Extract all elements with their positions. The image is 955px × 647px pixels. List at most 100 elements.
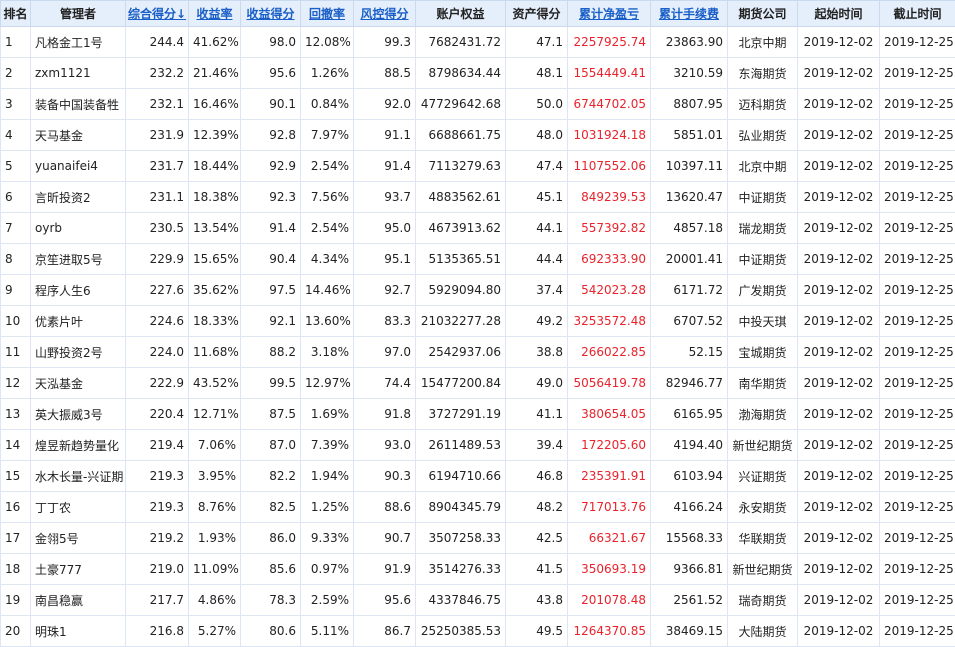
col-header-end-time: 截止时间 — [880, 1, 955, 27]
cell-return-score: 98.0 — [241, 27, 301, 58]
cell-risk-score: 95.1 — [354, 244, 416, 275]
cell-risk-score: 90.7 — [354, 523, 416, 554]
cell-return-score: 92.8 — [241, 120, 301, 151]
cell-return-rate: 16.46% — [189, 89, 241, 120]
col-header-return-rate[interactable]: 收益率 — [189, 1, 241, 27]
ranking-table: 排名管理者综合得分↓收益率收益得分回撤率风控得分账户权益资产得分累计净盈亏累计手… — [0, 0, 955, 647]
cell-total-fee: 6103.94 — [651, 461, 728, 492]
cell-return-score: 92.9 — [241, 151, 301, 182]
cell-composite-score: 217.7 — [126, 585, 189, 616]
cell-manager: 天马基金 — [31, 120, 126, 151]
cell-return-score: 92.3 — [241, 182, 301, 213]
cell-return-rate: 7.06% — [189, 430, 241, 461]
cell-risk-score: 95.0 — [354, 213, 416, 244]
cell-risk-score: 83.3 — [354, 306, 416, 337]
cell-start-time: 2019-12-02 — [798, 585, 880, 616]
cell-futures-company: 瑞龙期货 — [728, 213, 798, 244]
cell-manager: 煌昱新趋势量化 — [31, 430, 126, 461]
col-header-composite-score[interactable]: 综合得分↓ — [126, 1, 189, 27]
cell-end-time: 2019-12-25 — [880, 213, 955, 244]
cell-total-fee: 5851.01 — [651, 120, 728, 151]
cell-net-pnl: 66321.67 — [568, 523, 651, 554]
cell-asset-score: 49.5 — [506, 616, 568, 647]
cell-end-time: 2019-12-25 — [880, 616, 955, 647]
cell-composite-score: 244.4 — [126, 27, 189, 58]
cell-rank: 11 — [1, 337, 31, 368]
col-header-total-fee[interactable]: 累计手续费 — [651, 1, 728, 27]
cell-risk-score: 91.4 — [354, 151, 416, 182]
cell-account-equity: 7682431.72 — [416, 27, 506, 58]
cell-futures-company: 中证期货 — [728, 244, 798, 275]
cell-rank: 4 — [1, 120, 31, 151]
cell-end-time: 2019-12-25 — [880, 306, 955, 337]
cell-net-pnl: 692333.90 — [568, 244, 651, 275]
table-row: 15水木长量-兴证期219.33.95%82.21.94%90.36194710… — [1, 461, 955, 492]
cell-end-time: 2019-12-25 — [880, 368, 955, 399]
cell-account-equity: 6194710.66 — [416, 461, 506, 492]
cell-end-time: 2019-12-25 — [880, 554, 955, 585]
cell-net-pnl: 557392.82 — [568, 213, 651, 244]
cell-account-equity: 47729642.68 — [416, 89, 506, 120]
cell-return-rate: 18.38% — [189, 182, 241, 213]
cell-risk-score: 93.7 — [354, 182, 416, 213]
cell-composite-score: 227.6 — [126, 275, 189, 306]
cell-start-time: 2019-12-02 — [798, 213, 880, 244]
cell-end-time: 2019-12-25 — [880, 244, 955, 275]
cell-futures-company: 南华期货 — [728, 368, 798, 399]
cell-return-score: 88.2 — [241, 337, 301, 368]
cell-manager: 水木长量-兴证期 — [31, 461, 126, 492]
cell-drawdown-rate: 1.94% — [301, 461, 354, 492]
cell-total-fee: 9366.81 — [651, 554, 728, 585]
cell-manager: 装备中国装备牲 — [31, 89, 126, 120]
cell-return-score: 95.6 — [241, 58, 301, 89]
cell-net-pnl: 380654.05 — [568, 399, 651, 430]
cell-return-score: 97.5 — [241, 275, 301, 306]
cell-net-pnl: 2257925.74 — [568, 27, 651, 58]
cell-asset-score: 50.0 — [506, 89, 568, 120]
cell-total-fee: 13620.47 — [651, 182, 728, 213]
table-row: 6言昕投资2231.118.38%92.37.56%93.74883562.61… — [1, 182, 955, 213]
cell-composite-score: 220.4 — [126, 399, 189, 430]
cell-drawdown-rate: 2.59% — [301, 585, 354, 616]
cell-account-equity: 8798634.44 — [416, 58, 506, 89]
col-header-return-score[interactable]: 收益得分 — [241, 1, 301, 27]
cell-account-equity: 3727291.19 — [416, 399, 506, 430]
table-row: 1凡格金工1号244.441.62%98.012.08%99.37682431.… — [1, 27, 955, 58]
col-header-risk-score[interactable]: 风控得分 — [354, 1, 416, 27]
cell-return-rate: 5.27% — [189, 616, 241, 647]
cell-total-fee: 6707.52 — [651, 306, 728, 337]
cell-account-equity: 25250385.53 — [416, 616, 506, 647]
cell-futures-company: 大陆期货 — [728, 616, 798, 647]
cell-asset-score: 37.4 — [506, 275, 568, 306]
cell-start-time: 2019-12-02 — [798, 492, 880, 523]
cell-net-pnl: 3253572.48 — [568, 306, 651, 337]
cell-composite-score: 216.8 — [126, 616, 189, 647]
col-header-net-pnl[interactable]: 累计净盈亏 — [568, 1, 651, 27]
cell-start-time: 2019-12-02 — [798, 89, 880, 120]
table-row: 13英大振威3号220.412.71%87.51.69%91.83727291.… — [1, 399, 955, 430]
cell-total-fee: 82946.77 — [651, 368, 728, 399]
cell-rank: 20 — [1, 616, 31, 647]
cell-futures-company: 中证期货 — [728, 182, 798, 213]
cell-return-score: 90.1 — [241, 89, 301, 120]
cell-futures-company: 新世纪期货 — [728, 430, 798, 461]
cell-start-time: 2019-12-02 — [798, 337, 880, 368]
cell-futures-company: 瑞奇期货 — [728, 585, 798, 616]
cell-account-equity: 4673913.62 — [416, 213, 506, 244]
cell-risk-score: 86.7 — [354, 616, 416, 647]
col-header-drawdown-rate[interactable]: 回撤率 — [301, 1, 354, 27]
cell-return-score: 82.2 — [241, 461, 301, 492]
cell-start-time: 2019-12-02 — [798, 275, 880, 306]
table-row: 5yuanaifei4231.718.44%92.92.54%91.471132… — [1, 151, 955, 182]
cell-return-score: 91.4 — [241, 213, 301, 244]
cell-drawdown-rate: 1.25% — [301, 492, 354, 523]
cell-asset-score: 42.5 — [506, 523, 568, 554]
cell-return-rate: 18.44% — [189, 151, 241, 182]
cell-manager: 京笙进取5号 — [31, 244, 126, 275]
cell-futures-company: 永安期货 — [728, 492, 798, 523]
table-row: 12天泓基金222.943.52%99.512.97%74.415477200.… — [1, 368, 955, 399]
cell-total-fee: 8807.95 — [651, 89, 728, 120]
cell-start-time: 2019-12-02 — [798, 306, 880, 337]
col-header-manager: 管理者 — [31, 1, 126, 27]
cell-total-fee: 10397.11 — [651, 151, 728, 182]
